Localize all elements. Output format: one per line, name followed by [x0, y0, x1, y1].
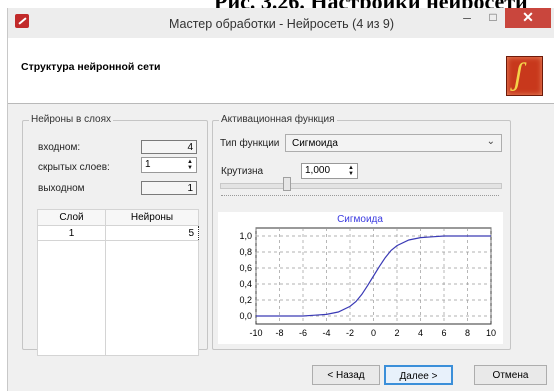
x-tick-label: 8 — [465, 328, 470, 338]
x-tick-label: 2 — [394, 328, 399, 338]
x-tick-label: -8 — [275, 328, 283, 338]
hidden-layers-value: 1 — [145, 159, 151, 170]
x-tick-label: -2 — [346, 328, 354, 338]
steepness-spinner[interactable]: 1,000 ▲ ▼ — [301, 163, 358, 179]
steepness-value: 1,000 — [305, 165, 331, 176]
x-tick-label: 6 — [441, 328, 446, 338]
x-tick-label: 4 — [418, 328, 423, 338]
function-type-value: Сигмоида — [292, 138, 338, 149]
slider-ticks — [221, 195, 499, 199]
y-tick-label: 0,4 — [239, 279, 252, 289]
back-button[interactable]: < Назад — [312, 365, 380, 385]
hidden-layers-spinner[interactable]: 1 ▲ ▼ — [141, 157, 197, 173]
steepness-slider-track[interactable] — [220, 183, 502, 189]
steepness-label: Крутизна — [221, 166, 264, 177]
input-neurons-field: 4 — [141, 140, 197, 154]
y-tick-label: 1,0 — [239, 231, 252, 241]
deductor-logo-icon: ʃ — [506, 55, 543, 96]
y-tick-label: 0,0 — [239, 311, 252, 321]
input-layer-label: входном: — [38, 142, 81, 153]
title-bar: Мастер обработки - Нейросеть (4 из 9) – … — [8, 8, 554, 38]
wizard-header: Структура нейронной сети ʃ — [8, 38, 554, 104]
column-header-layer[interactable]: Слой — [37, 209, 106, 226]
table-row[interactable]: 1 5 — [37, 225, 199, 241]
output-neurons-field: 1 — [141, 181, 197, 195]
x-tick-label: -10 — [249, 328, 262, 338]
chevron-down-icon[interactable]: ⌄ — [487, 136, 495, 147]
x-tick-label: 0 — [371, 328, 376, 338]
hidden-layers-label: скрытых слоев: — [38, 162, 110, 173]
table-empty-area-2 — [105, 240, 199, 356]
sigmoid-chart: Сигмоида -10 -8 -6 -4 -2 0 2 4 6 8 10 0,0 0,2 0,4 0,6 0… — [218, 212, 503, 344]
layers-table: Слой Нейроны 1 5 — [37, 209, 199, 356]
output-layer-label: выходном — [38, 183, 85, 194]
function-type-label: Тип функции — [220, 138, 280, 149]
y-tick-label: 0,8 — [239, 247, 252, 257]
y-tick-label: 0,2 — [239, 295, 252, 305]
next-button[interactable]: Далее > — [384, 365, 453, 385]
steepness-slider-thumb[interactable] — [283, 177, 291, 191]
table-empty-area — [37, 240, 106, 356]
close-button[interactable]: ✕ — [505, 8, 551, 28]
function-type-select[interactable]: Сигмоида ⌄ — [285, 134, 502, 152]
layer-cell: 1 — [37, 225, 106, 241]
maximize-button[interactable]: □ — [480, 8, 506, 28]
neurons-cell[interactable]: 5 — [105, 225, 199, 241]
spinner-arrows-icon[interactable]: ▲ ▼ — [346, 165, 356, 177]
spinner-arrows-icon[interactable]: ▲ ▼ — [185, 159, 195, 171]
page-title: Структура нейронной сети — [21, 61, 161, 73]
x-tick-label: 10 — [486, 328, 496, 338]
sigmoid-chart-svg: Сигмоида -10 -8 -6 -4 -2 0 2 4 6 8 10 0,0 0,2 0,4 0,6 0… — [239, 214, 496, 338]
column-header-neurons[interactable]: Нейроны — [105, 209, 199, 226]
y-tick-label: 0,6 — [239, 263, 252, 273]
activation-group-label: Активационная функция — [219, 114, 337, 125]
cancel-button[interactable]: Отмена — [474, 365, 547, 385]
chart-title: Сигмоида — [337, 214, 383, 225]
x-tick-label: -6 — [299, 328, 307, 338]
x-tick-label: -4 — [322, 328, 330, 338]
neurons-group-label: Нейроны в слоях — [29, 114, 113, 125]
minimize-button[interactable]: – — [454, 8, 480, 28]
